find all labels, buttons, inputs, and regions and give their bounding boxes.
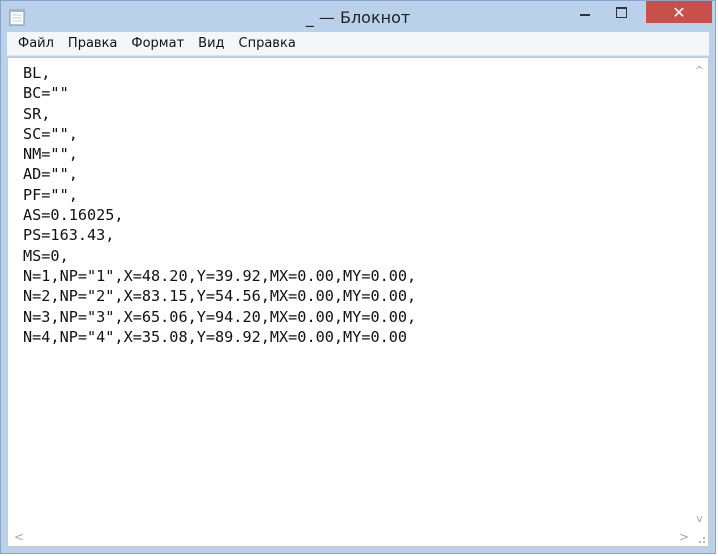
text-line: BL, [23,64,51,82]
maximize-button[interactable] [605,1,638,23]
scroll-up-icon[interactable]: ^ [691,64,708,77]
text-lines: BL, BC="" SR, SC="", NM="", AD="", PF=""… [8,58,691,347]
editor-area: BL, BC="" SR, SC="", NM="", AD="", PF=""… [7,57,709,547]
text-line: AS=0.16025, [23,206,124,225]
close-icon: ✕ [672,2,686,22]
menu-file[interactable]: Файл [11,36,61,51]
text-line: BC="" [23,84,69,103]
text-line: SC="", [23,124,78,143]
text-line: NM="", [23,145,78,164]
text-line: MS=0, [23,246,69,265]
minimize-icon [579,14,590,16]
menu-bar: Файл Правка Формат Вид Справка [7,32,709,56]
resize-grip-icon[interactable] [691,529,708,546]
text-line: PF="", [23,185,78,204]
horizontal-scrollbar[interactable]: < > [8,529,691,546]
scroll-left-icon[interactable]: < [14,530,24,544]
menu-format[interactable]: Формат [124,36,191,51]
close-button[interactable]: ✕ [646,1,712,23]
scroll-down-icon[interactable]: v [691,512,708,525]
menu-help[interactable]: Справка [232,36,303,51]
text-line: N=3,NP="3",X=65.06,Y=94.20,MX=0.00,MY=0.… [23,307,417,326]
text-line: AD="", [23,165,78,184]
text-line: PS=163.43, [23,226,115,245]
minimize-button[interactable] [568,1,601,23]
scroll-right-icon[interactable]: > [679,530,689,544]
notepad-window: _ — Блокнот ✕ Файл Правка Формат Вид Спр… [0,0,716,554]
text-line: N=4,NP="4",X=35.08,Y=89.92,MX=0.00,MY=0.… [23,327,408,346]
menu-view[interactable]: Вид [191,36,231,51]
vertical-scrollbar[interactable]: ^ v [691,58,708,529]
text-line: SR, [23,104,51,123]
text-line: N=2,NP="2",X=83.15,Y=54.56,MX=0.00,MY=0.… [23,287,417,306]
maximize-icon [616,6,627,18]
text-line: N=1,NP="1",X=48.20,Y=39.92,MX=0.00,MY=0.… [23,266,417,285]
title-bar[interactable]: _ — Блокнот ✕ [1,1,715,32]
text-editor[interactable]: BL, BC="" SR, SC="", NM="", AD="", PF=""… [8,58,691,529]
menu-edit[interactable]: Правка [61,36,124,51]
